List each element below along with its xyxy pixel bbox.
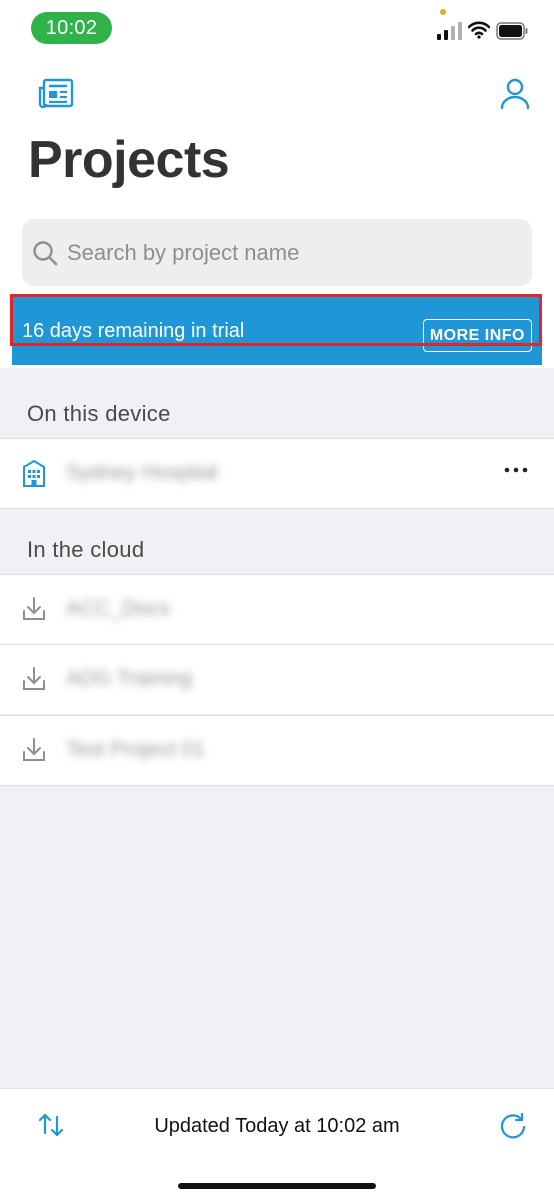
- project-row-cloud[interactable]: ACC_Docs: [0, 574, 554, 644]
- more-options-icon[interactable]: [504, 465, 528, 475]
- profile-icon[interactable]: [500, 78, 530, 110]
- more-info-button[interactable]: MORE INFO: [422, 319, 532, 352]
- search-input[interactable]: Search by project name: [22, 219, 532, 286]
- wifi-icon: [468, 21, 490, 39]
- cellular-signal-icon: [437, 22, 462, 40]
- battery-icon: [496, 22, 528, 40]
- download-icon[interactable]: [20, 736, 48, 764]
- search-placeholder: Search by project name: [67, 239, 300, 265]
- project-name: Test Project 01: [66, 738, 205, 761]
- project-name: ADG Training: [66, 667, 193, 690]
- home-indicator: [178, 1183, 376, 1189]
- last-updated-text: Updated Today at 10:02 am: [154, 1115, 400, 1137]
- download-icon[interactable]: [20, 665, 48, 693]
- bottom-toolbar: Updated Today at 10:02 am: [0, 1088, 554, 1200]
- search-icon: [33, 240, 58, 265]
- project-name: Sydney Hospital: [66, 461, 218, 484]
- project-name: ACC_Docs: [66, 597, 170, 620]
- section-title-device: On this device: [27, 401, 171, 426]
- status-time: 10:02: [31, 12, 112, 44]
- building-icon: [23, 459, 45, 487]
- section-title-cloud: In the cloud: [27, 537, 145, 562]
- refresh-icon[interactable]: [498, 1111, 528, 1141]
- privacy-indicator-dot: [440, 9, 446, 15]
- page-title: Projects: [28, 131, 230, 189]
- news-icon[interactable]: [38, 78, 74, 110]
- divider: [0, 785, 554, 786]
- download-icon[interactable]: [20, 595, 48, 623]
- project-row-cloud[interactable]: Test Project 01: [0, 715, 554, 785]
- trial-banner: 16 days remaining in trial MORE INFO: [12, 297, 542, 365]
- trial-message: 16 days remaining in trial: [22, 320, 245, 342]
- status-bar: 10:02: [0, 0, 554, 56]
- project-row-device[interactable]: Sydney Hospital: [0, 438, 554, 508]
- project-row-cloud[interactable]: ADG Training: [0, 644, 554, 714]
- divider: [0, 508, 554, 509]
